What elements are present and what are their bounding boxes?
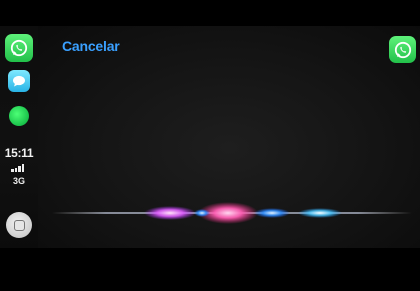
clock-time: 15:11	[4, 146, 34, 160]
spotify-icon[interactable]	[9, 106, 29, 126]
signal-strength-icon	[11, 164, 27, 172]
whatsapp-icon[interactable]	[5, 34, 33, 62]
network-type: 3G	[12, 176, 25, 186]
siri-panel: Cancelar	[38, 26, 420, 248]
cancel-button[interactable]: Cancelar	[62, 38, 120, 54]
messages-icon[interactable]	[8, 70, 30, 92]
carplay-dock: 15:11 3G	[0, 26, 38, 248]
siri-waveform-icon	[52, 202, 412, 224]
whatsapp-icon[interactable]	[389, 36, 416, 63]
carplay-screen: 15:11 3G Cancelar	[0, 0, 420, 291]
home-button-icon[interactable]	[6, 212, 32, 238]
